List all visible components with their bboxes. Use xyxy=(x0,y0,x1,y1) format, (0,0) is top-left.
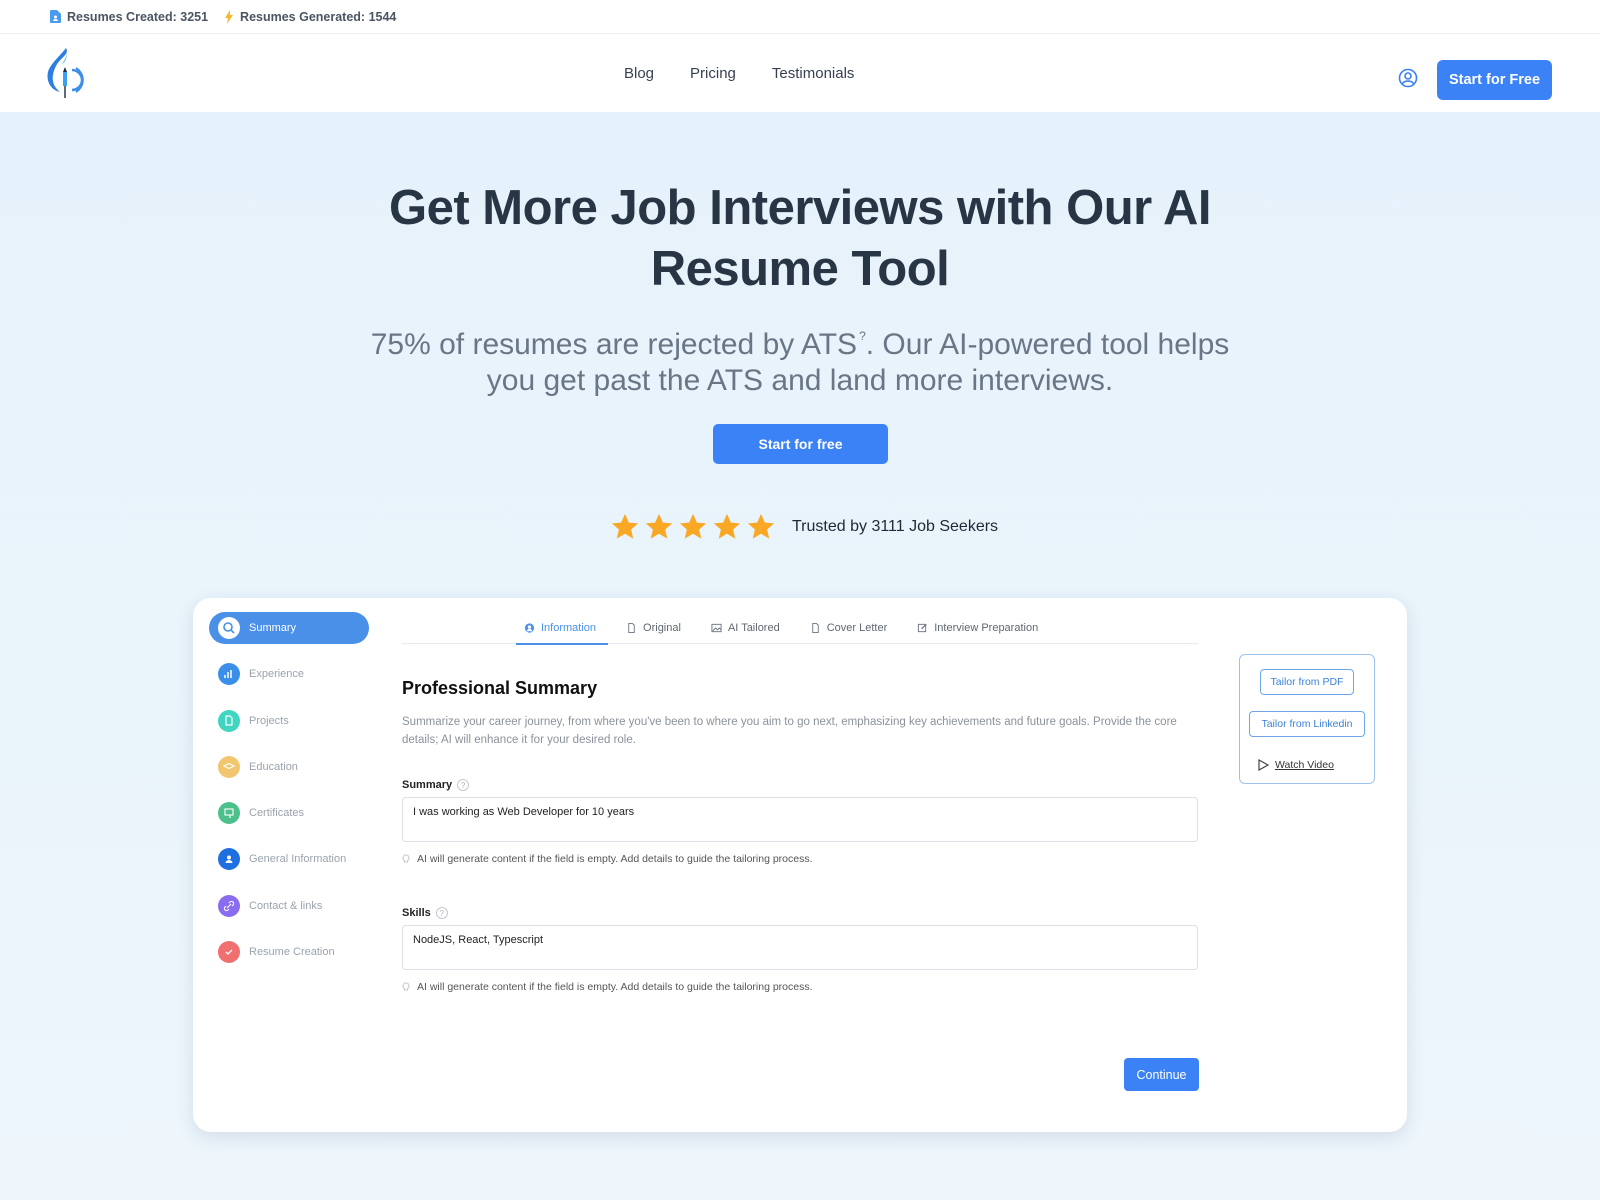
tab-label: Information xyxy=(541,621,597,634)
certificate-icon xyxy=(218,802,240,825)
lightbulb-icon xyxy=(402,982,410,991)
help-icon[interactable]: ? xyxy=(457,779,470,791)
nav-link-testimonials[interactable]: Testimonials xyxy=(772,65,855,82)
start-for-free-nav-button[interactable]: Start for Free xyxy=(1437,60,1552,100)
sidebar-item-label: General Information xyxy=(249,853,347,866)
navbar: Blog Pricing Testimonials Start for Free xyxy=(0,34,1600,112)
summary-input[interactable] xyxy=(402,797,1198,842)
nav-link-blog[interactable]: Blog xyxy=(624,65,654,82)
star-icon xyxy=(645,513,673,539)
lightbulb-icon xyxy=(402,854,410,863)
sidebar-item-general-information[interactable]: General Information xyxy=(209,843,369,875)
graduation-cap-icon xyxy=(218,755,240,778)
check-icon xyxy=(218,941,240,964)
sidebar-item-experience[interactable]: Experience xyxy=(209,658,369,690)
section-title: Professional Summary xyxy=(402,678,598,698)
help-icon[interactable]: ? xyxy=(435,907,448,919)
tab-original[interactable]: Original xyxy=(626,612,681,644)
summary-hint: AI will generate content if the field is… xyxy=(402,853,1198,865)
sidebar-item-certificates[interactable]: Certificates xyxy=(209,797,369,829)
document-icon xyxy=(218,709,240,732)
logo[interactable] xyxy=(46,46,84,102)
skills-hint: AI will generate content if the field is… xyxy=(402,981,1198,993)
tailor-panel: Tailor from PDF Tailor from Linkedin Wat… xyxy=(1239,654,1375,784)
hero-title: Get More Job Interviews with Our AI Resu… xyxy=(389,181,1211,296)
sidebar-item-label: Summary xyxy=(249,622,297,634)
star-rating xyxy=(610,512,776,542)
sidebar-item-label: Projects xyxy=(249,714,289,727)
resumes-generated-stat: Resumes Generated: 1544 xyxy=(224,9,396,24)
tab-label: AI Tailored xyxy=(727,621,780,634)
user-circle-icon xyxy=(524,622,535,633)
sidebar-item-label: Resume Creation xyxy=(249,946,335,959)
link-icon xyxy=(218,894,240,917)
section-description: Summarize your career journey, from wher… xyxy=(402,716,1177,746)
sidebar-item-label: Education xyxy=(249,760,298,773)
lightning-icon xyxy=(225,9,234,24)
resumes-created-stat: Resumes Created: 3251 xyxy=(50,10,208,24)
image-icon xyxy=(711,623,722,632)
tab-information[interactable]: Information xyxy=(515,612,609,645)
user-icon xyxy=(218,848,240,871)
watch-video-link[interactable]: Watch Video xyxy=(1258,759,1334,771)
tailor-from-pdf-button[interactable]: Tailor from PDF xyxy=(1260,669,1354,695)
file-icon xyxy=(812,622,819,633)
start-for-free-hero-button[interactable]: Start for free xyxy=(713,424,888,464)
tailor-from-linkedin-button[interactable]: Tailor from Linkedin xyxy=(1249,711,1365,737)
tab-label: Original xyxy=(643,621,681,634)
sidebar-item-projects[interactable]: Projects xyxy=(209,705,369,737)
tab-ai-tailored[interactable]: AI Tailored xyxy=(711,612,780,644)
sidebar-item-summary[interactable]: Summary xyxy=(209,612,369,644)
skills-label: Skills ? xyxy=(402,907,1198,919)
app-sidebar: Summary Experience Projects Education Certif… xyxy=(209,612,369,982)
sidebar-item-label: Experience xyxy=(249,668,305,681)
app-preview-card: Summary Experience Projects Education Certif… xyxy=(193,598,1407,1132)
summary-label: Summary ? xyxy=(402,779,1198,791)
sidebar-item-contact-links[interactable]: Contact & links xyxy=(209,890,369,922)
resume-file-icon xyxy=(50,10,61,23)
user-account-icon[interactable] xyxy=(1398,68,1418,88)
hero-section: Get More Job Interviews with Our AI Resu… xyxy=(0,112,1600,1200)
sidebar-item-resume-creation[interactable]: Resume Creation xyxy=(209,936,369,968)
file-icon xyxy=(628,622,635,633)
bar-chart-icon xyxy=(218,663,240,686)
sidebar-item-label: Contact & links xyxy=(249,899,323,912)
star-icon xyxy=(679,513,707,539)
nav-link-pricing[interactable]: Pricing xyxy=(690,65,736,82)
sidebar-item-education[interactable]: Education xyxy=(209,751,369,783)
search-icon xyxy=(218,617,240,639)
stats-bar: Resumes Created: 3251 Resumes Generated:… xyxy=(0,0,1600,34)
star-icon xyxy=(713,513,741,539)
hero-subtitle: 75% of resumes are rejected by ATS?. Our… xyxy=(370,328,1230,397)
tab-interview-preparation[interactable]: Interview Preparation xyxy=(917,612,1038,644)
rating: Trusted by 3111 Job Seekers xyxy=(610,512,998,542)
edit-icon xyxy=(918,623,927,632)
play-icon xyxy=(1258,759,1269,771)
tab-label: Interview Preparation xyxy=(934,621,1039,634)
app-content: Professional Summary Summarize your care… xyxy=(402,678,1198,993)
continue-button[interactable]: Continue xyxy=(1124,1058,1199,1091)
tab-cover-letter[interactable]: Cover Letter xyxy=(810,612,888,644)
ats-help-icon[interactable]: ? xyxy=(859,329,866,343)
main-nav: Blog Pricing Testimonials xyxy=(624,34,854,112)
star-icon xyxy=(611,513,639,539)
trusted-text: Trusted by 3111 Job Seekers xyxy=(792,518,999,535)
star-icon xyxy=(747,513,775,539)
skills-input[interactable] xyxy=(402,925,1198,970)
app-tabs: Information Original AI Tailored Cover Lett… xyxy=(402,612,1198,645)
sidebar-item-label: Certificates xyxy=(249,807,305,820)
tab-label: Cover Letter xyxy=(826,621,888,634)
